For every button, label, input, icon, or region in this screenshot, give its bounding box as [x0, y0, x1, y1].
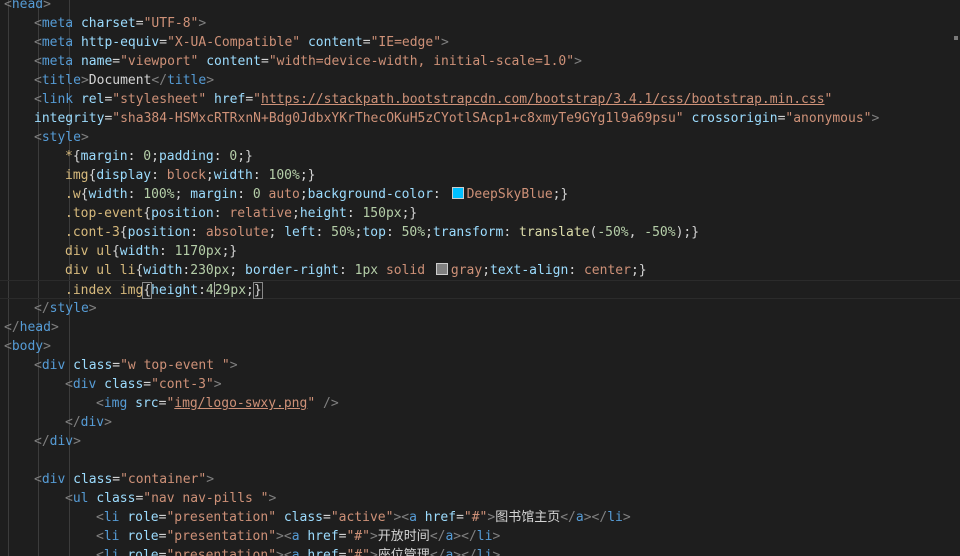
code-line[interactable]: <style>: [0, 128, 960, 147]
code-editor[interactable]: <head> <meta charset="UTF-8"> <meta http…: [0, 0, 960, 556]
code-line[interactable]: <meta charset="UTF-8">: [0, 14, 960, 33]
code-line[interactable]: .w{width: 100%; margin: 0 auto;backgroun…: [0, 185, 960, 204]
color-swatch[interactable]: [451, 187, 464, 199]
code-line[interactable]: <head>: [0, 0, 960, 14]
code-line[interactable]: </style>: [0, 299, 960, 318]
code-line[interactable]: img{display: block;width: 100%;}: [0, 166, 960, 185]
code-line[interactable]: <title>Document</title>: [0, 71, 960, 90]
stylesheet-link[interactable]: https://stackpath.bootstrapcdn.com/boots…: [261, 92, 825, 107]
code-line[interactable]: </div>: [0, 432, 960, 451]
code-line[interactable]: <li role="presentation"><a href="#">开放时间…: [0, 527, 960, 546]
code-line[interactable]: </head>: [0, 318, 960, 337]
code-line[interactable]: <img src="img/logo-swxy.png" />: [0, 394, 960, 413]
code-line[interactable]: .cont-3{position: absolute; left: 50%;to…: [0, 223, 960, 242]
code-line[interactable]: div ul{width: 1170px;}: [0, 242, 960, 261]
code-line[interactable]: </div>: [0, 413, 960, 432]
code-line[interactable]: <body>: [0, 337, 960, 356]
code-line[interactable]: <meta name="viewport" content="width=dev…: [0, 52, 960, 71]
code-line[interactable]: *{margin: 0;padding: 0;}: [0, 147, 960, 166]
code-line[interactable]: <div class="w top-event ">: [0, 356, 960, 375]
code-line[interactable]: .top-event{position: relative;height: 15…: [0, 204, 960, 223]
code-line[interactable]: div ul li{width:230px; border-right: 1px…: [0, 261, 960, 280]
code-line[interactable]: <li role="presentation" class="active"><…: [0, 508, 960, 527]
code-line[interactable]: integrity="sha384-HSMxcRTRxnN+Bdg0JdbxYK…: [0, 109, 960, 128]
code-line[interactable]: <link rel="stylesheet" href="https://sta…: [0, 90, 960, 109]
code-line[interactable]: <div class="container">: [0, 470, 960, 489]
code-line[interactable]: <div class="cont-3">: [0, 375, 960, 394]
code-line-current[interactable]: .index img{height:429px;}: [0, 280, 960, 299]
code-line[interactable]: <meta http-equiv="X-UA-Compatible" conte…: [0, 33, 960, 52]
code-line[interactable]: <li role="presentation"><a href="#">座位管理…: [0, 546, 960, 556]
color-swatch[interactable]: [435, 263, 448, 275]
image-src-link[interactable]: img/logo-swxy.png: [174, 396, 307, 411]
code-line[interactable]: <ul class="nav nav-pills ">: [0, 489, 960, 508]
